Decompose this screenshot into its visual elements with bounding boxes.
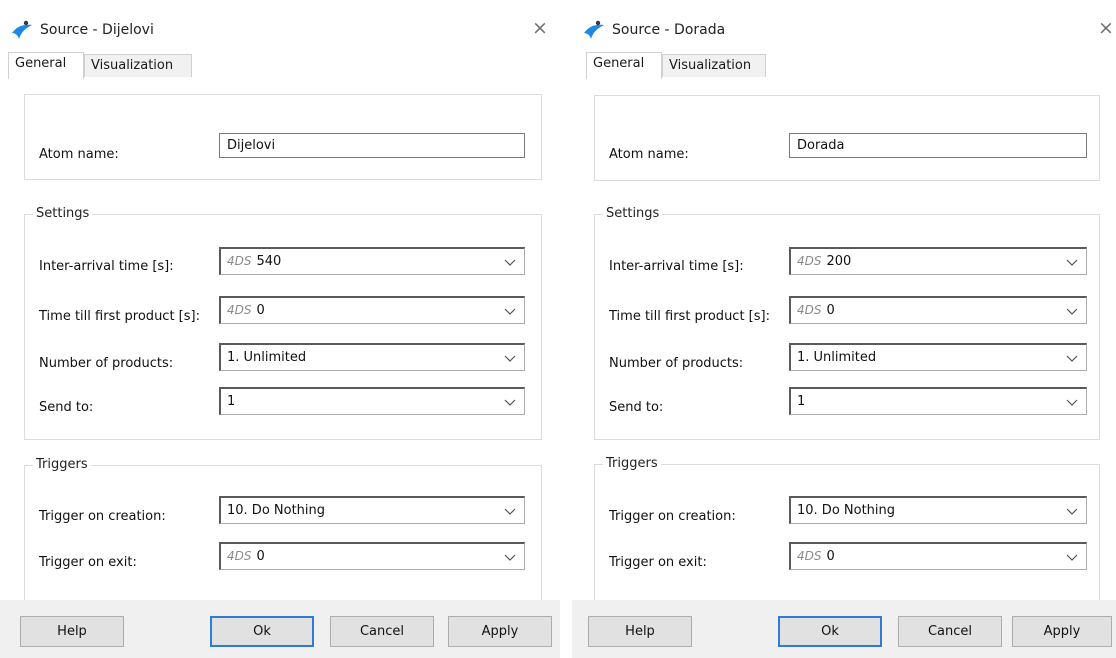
chevron-down-icon <box>1066 308 1078 315</box>
4ds-prefix: 4DS <box>227 254 252 268</box>
trigger-on-creation-value: 10. Do Nothing <box>227 503 326 518</box>
triggers-legend: Triggers <box>33 457 91 472</box>
send-to-value: 1 <box>227 394 236 409</box>
number-of-products-value: 1. Unlimited <box>227 350 307 365</box>
number-of-products-label: Number of products: <box>39 356 174 371</box>
triggers-group: Triggers Trigger on creation: 10. Do Not… <box>594 456 1100 612</box>
apply-button[interactable]: Apply <box>448 616 552 647</box>
atom-name-label: Atom name: <box>39 147 119 162</box>
atom-name-input[interactable]: Dorada <box>789 133 1087 158</box>
chevron-down-icon <box>504 399 516 406</box>
settings-legend: Settings <box>33 206 93 221</box>
enterprise-dynamics-icon <box>12 20 32 39</box>
settings-legend: Settings <box>603 206 663 221</box>
atom-name-group: Atom name: Dijelovi <box>24 94 542 180</box>
help-button[interactable]: Help <box>588 616 692 647</box>
ok-button[interactable]: Ok <box>778 616 882 647</box>
4ds-prefix: 4DS <box>797 303 822 317</box>
trigger-on-creation-combo[interactable]: 10. Do Nothing <box>219 496 525 524</box>
settings-group: Settings Inter-arrival time [s]: 4DS 540 … <box>24 206 542 440</box>
tab-visualization[interactable]: Visualization <box>662 54 766 77</box>
inter-arrival-label: Inter-arrival time [s]: <box>39 259 174 274</box>
send-to-combo[interactable]: 1 <box>789 387 1087 415</box>
number-of-products-combo[interactable]: 1. Unlimited <box>789 343 1087 371</box>
triggers-group: Triggers Trigger on creation: 10. Do Not… <box>24 457 542 617</box>
ok-button[interactable]: Ok <box>210 616 314 647</box>
source-dialog-dijelovi: Source - Dijelovi × General Visualizatio… <box>0 0 560 658</box>
triggers-legend: Triggers <box>603 456 661 471</box>
first-product-value: 0 <box>826 303 835 318</box>
atom-name-label: Atom name: <box>609 147 689 162</box>
first-product-value: 0 <box>256 303 265 318</box>
inter-arrival-value: 200 <box>826 254 852 269</box>
4ds-prefix: 4DS <box>227 303 252 317</box>
send-to-label: Send to: <box>39 400 94 415</box>
trigger-on-exit-label: Trigger on exit: <box>39 555 137 570</box>
4ds-prefix: 4DS <box>797 549 822 563</box>
atom-name-group: Atom name: Dorada <box>594 95 1100 181</box>
trigger-on-exit-label: Trigger on exit: <box>609 555 707 570</box>
first-product-label: Time till first product [s]: <box>609 309 770 324</box>
title-bar: Source - Dorada × <box>572 0 1116 44</box>
tab-general[interactable]: General <box>8 52 84 79</box>
send-to-value: 1 <box>797 394 806 409</box>
source-dialog-dorada: Source - Dorada × General Visualization … <box>572 0 1116 658</box>
chevron-down-icon <box>504 355 516 362</box>
tab-general[interactable]: General <box>586 52 662 79</box>
trigger-on-creation-label: Trigger on creation: <box>39 509 166 524</box>
chevron-down-icon <box>1066 399 1078 406</box>
tab-visualization[interactable]: Visualization <box>84 54 192 77</box>
chevron-down-icon <box>504 554 516 561</box>
cancel-button[interactable]: Cancel <box>330 616 434 647</box>
trigger-on-exit-combo[interactable]: 4DS 0 <box>219 542 525 570</box>
general-panel: Atom name: Dorada Settings Inter-arrival… <box>580 78 1116 612</box>
inter-arrival-label: Inter-arrival time [s]: <box>609 259 744 274</box>
inter-arrival-value: 540 <box>256 254 282 269</box>
trigger-on-creation-combo[interactable]: 10. Do Nothing <box>789 496 1087 524</box>
atom-name-input[interactable]: Dijelovi <box>219 133 525 158</box>
4ds-prefix: 4DS <box>797 254 822 268</box>
window-title: Source - Dorada <box>612 22 726 38</box>
chevron-down-icon <box>1066 259 1078 266</box>
chevron-down-icon <box>1066 554 1078 561</box>
inter-arrival-combo[interactable]: 4DS 200 <box>789 247 1087 275</box>
enterprise-dynamics-icon <box>584 20 604 39</box>
send-to-label: Send to: <box>609 400 664 415</box>
title-bar: Source - Dijelovi × <box>0 0 560 44</box>
number-of-products-combo[interactable]: 1. Unlimited <box>219 343 525 371</box>
number-of-products-value: 1. Unlimited <box>797 350 877 365</box>
number-of-products-label: Number of products: <box>609 356 744 371</box>
tab-strip: General Visualization <box>8 52 560 79</box>
button-bar: Help Ok Cancel Apply <box>0 600 560 658</box>
chevron-down-icon <box>1066 355 1078 362</box>
chevron-down-icon <box>504 259 516 266</box>
trigger-on-exit-value: 0 <box>826 549 835 564</box>
4ds-prefix: 4DS <box>227 549 252 563</box>
general-panel: Atom name: Dijelovi Settings Inter-arriv… <box>8 78 560 617</box>
help-button[interactable]: Help <box>20 616 124 647</box>
trigger-on-creation-label: Trigger on creation: <box>609 509 736 524</box>
close-button[interactable]: × <box>1094 16 1116 40</box>
chevron-down-icon <box>504 508 516 515</box>
trigger-on-exit-value: 0 <box>256 549 265 564</box>
settings-group: Settings Inter-arrival time [s]: 4DS 200 … <box>594 206 1100 440</box>
trigger-on-exit-combo[interactable]: 4DS 0 <box>789 542 1087 570</box>
close-button[interactable]: × <box>528 16 552 40</box>
button-bar: Help Ok Cancel Apply <box>572 600 1116 658</box>
send-to-combo[interactable]: 1 <box>219 387 525 415</box>
cancel-button[interactable]: Cancel <box>898 616 1002 647</box>
chevron-down-icon <box>504 308 516 315</box>
first-product-combo[interactable]: 4DS 0 <box>789 296 1087 324</box>
trigger-on-creation-value: 10. Do Nothing <box>797 503 896 518</box>
apply-button[interactable]: Apply <box>1012 616 1112 647</box>
chevron-down-icon <box>1066 508 1078 515</box>
window-title: Source - Dijelovi <box>40 22 154 38</box>
inter-arrival-combo[interactable]: 4DS 540 <box>219 247 525 275</box>
first-product-label: Time till first product [s]: <box>39 309 200 324</box>
tab-strip: General Visualization <box>580 52 1116 79</box>
first-product-combo[interactable]: 4DS 0 <box>219 296 525 324</box>
